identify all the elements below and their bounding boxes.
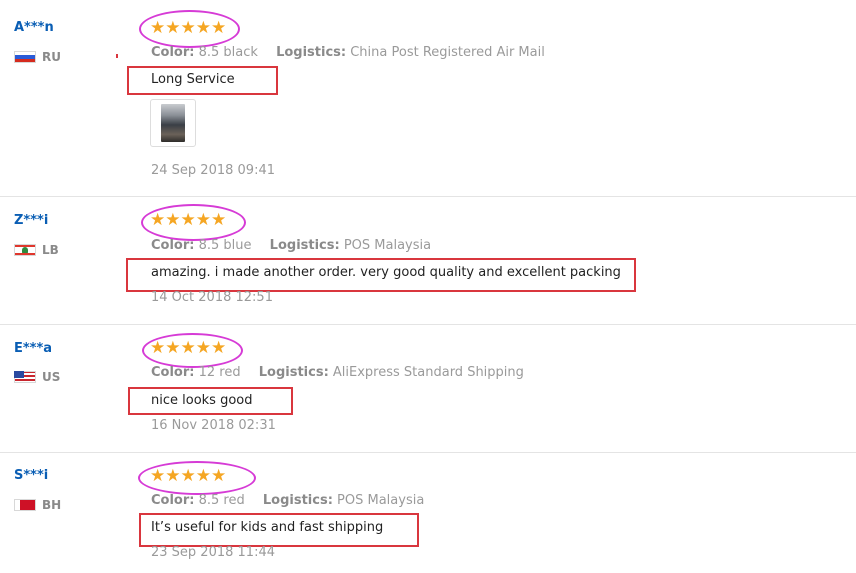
flag-bh-icon [14,499,36,511]
logistics-value: AliExpress Standard Shipping [332,365,524,380]
flag-us-icon [14,371,36,383]
logistics-label: Logistics: [262,493,333,508]
review-text: amazing. i made another order. very good… [151,265,621,280]
review-date: 16 Nov 2018 02:31 [151,418,276,433]
color-value: 8.5 red [198,493,245,508]
country-code: LB [42,243,59,257]
logistics-value: China Post Registered Air Mail [350,45,545,60]
reviewer-country: BH [14,498,61,512]
review-item [0,4,856,196]
country-code: BH [42,498,62,512]
reviewer-name[interactable]: E***a [14,341,52,356]
reviewer-country: US [14,370,60,384]
reviewer-name[interactable]: A***n [14,20,54,35]
flag-ru-icon [14,51,36,63]
review-meta: Color: 12 red Logistics: AliExpress Stan… [151,365,524,380]
review-photo-image [161,104,185,142]
logistics-value: POS Malaysia [343,238,432,253]
annotation-ellipse [141,204,246,241]
color-label: Color: [151,493,195,508]
review-date: 23 Sep 2018 11:44 [151,545,275,560]
country-code: US [42,370,61,384]
color-value: 8.5 blue [198,238,252,253]
review-text: Long Service [151,72,235,87]
review-meta: Color: 8.5 red Logistics: POS Malaysia [151,493,424,508]
color-value: 8.5 black [198,45,258,60]
review-text: nice looks good [151,393,253,408]
flag-lb-icon [14,244,36,256]
reviewer-country: RU [14,50,61,64]
annotation-ellipse [142,333,243,368]
logistics-value: POS Malaysia [337,493,425,508]
logistics-label: Logistics: [269,238,340,253]
color-label: Color: [151,238,195,253]
logistics-label: Logistics: [258,365,329,380]
color-value: 12 red [198,365,241,380]
reviewer-name[interactable]: Z***i [14,213,48,228]
review-meta: Color: 8.5 blue Logistics: POS Malaysia [151,238,431,253]
logistics-label: Logistics: [276,45,347,60]
annotation-mark [116,54,118,58]
review-meta: Color: 8.5 black Logistics: China Post R… [151,45,545,60]
color-label: Color: [151,365,195,380]
reviewer-name[interactable]: S***i [14,468,48,483]
annotation-ellipse [138,461,256,495]
reviewer-country: LB [14,243,59,257]
review-item [0,452,856,573]
review-photo-thumbnail[interactable] [150,99,196,147]
review-text: It’s useful for kids and fast shipping [151,520,384,535]
color-label: Color: [151,45,195,60]
country-code: RU [42,50,61,64]
review-date: 14 Oct 2018 12:51 [151,290,273,305]
annotation-ellipse [139,10,240,48]
review-date: 24 Sep 2018 09:41 [151,163,275,178]
